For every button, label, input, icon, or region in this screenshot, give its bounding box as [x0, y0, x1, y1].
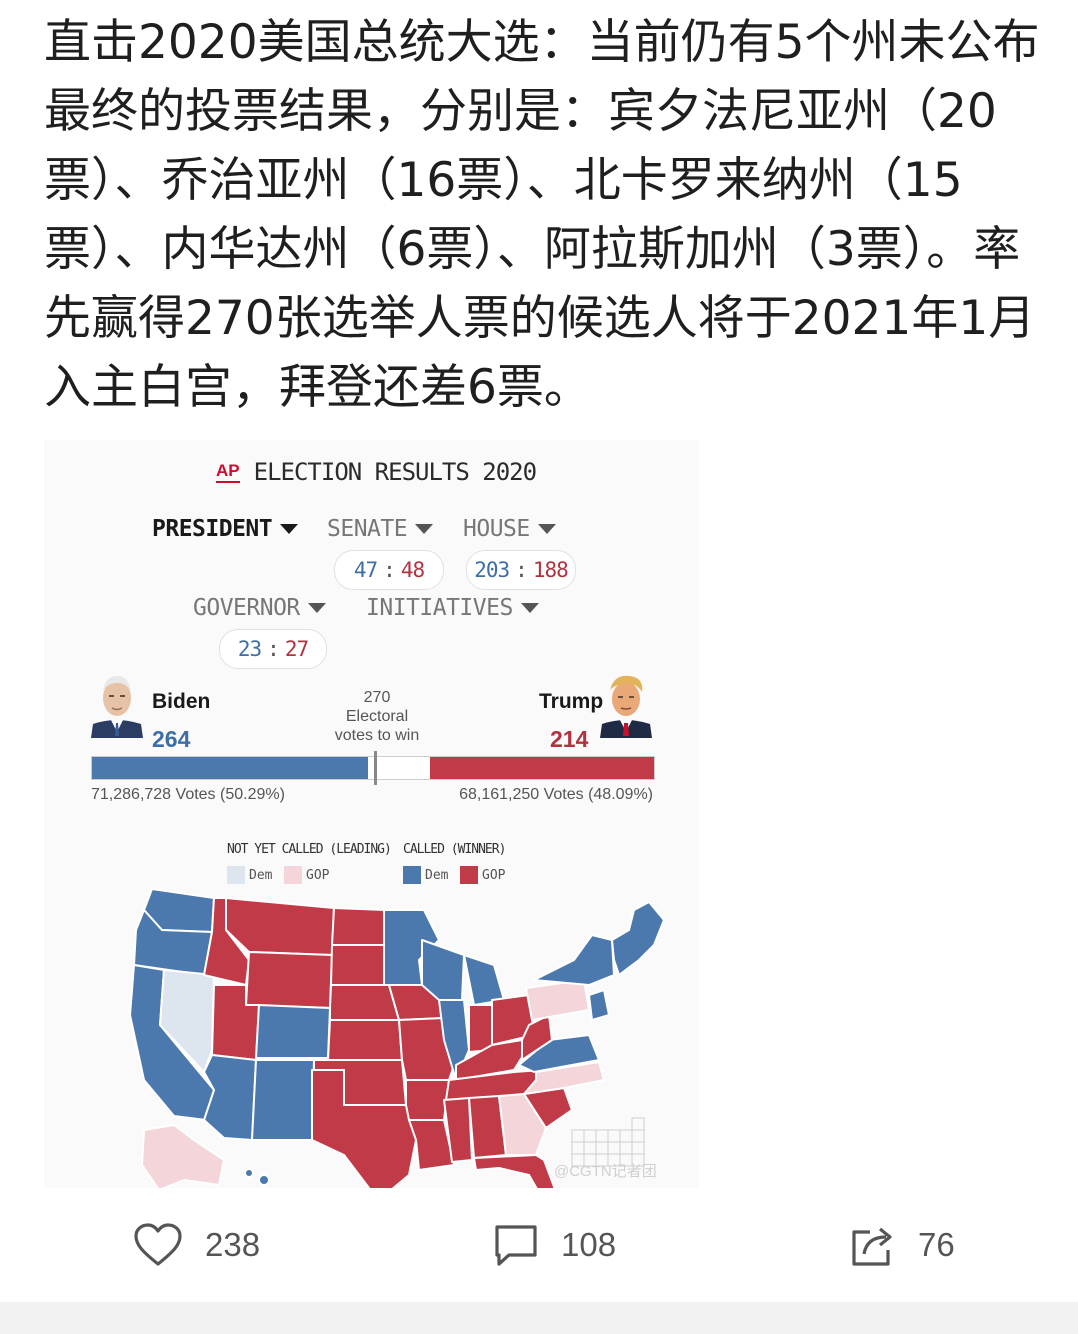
- threshold-line2: votes to win: [334, 727, 420, 744]
- senate-count: 47:48: [334, 550, 444, 590]
- threshold-marker: [374, 751, 377, 785]
- tab-governor[interactable]: GOVERNOR: [193, 595, 326, 621]
- bar-gop-fill: [430, 757, 654, 779]
- senate-dem: 47: [353, 558, 378, 582]
- house-count: 203:188: [466, 550, 576, 590]
- trump-popular-vote: 68,161,250 Votes (48.09%): [459, 786, 653, 803]
- card-title: ELECTION RESULTS 2020: [253, 458, 537, 486]
- chevron-down-icon: [537, 524, 556, 534]
- post-actions: 238 108 76: [0, 1210, 1078, 1280]
- ap-logo: AP: [216, 462, 240, 483]
- share-button[interactable]: 76: [850, 1222, 955, 1268]
- comment-icon: [495, 1225, 537, 1266]
- tab-initiatives-label: INITIATIVES: [366, 595, 513, 621]
- tab-governor-label: GOVERNOR: [193, 595, 300, 621]
- tab-president-label: PRESIDENT: [152, 516, 273, 542]
- like-count: 238: [205, 1226, 261, 1263]
- house-dem: 203: [474, 558, 510, 582]
- trump-name: Trump: [539, 690, 604, 713]
- share-count: 76: [918, 1226, 955, 1263]
- chevron-down-icon: [520, 603, 539, 613]
- house-gop: 188: [532, 558, 569, 582]
- like-button[interactable]: 238: [133, 1222, 260, 1268]
- threshold-line1: Electoral: [345, 708, 409, 725]
- tab-house[interactable]: HOUSE: [463, 516, 556, 542]
- biden-electoral-votes: 264: [152, 726, 191, 752]
- threshold-number: 270: [363, 689, 391, 706]
- governor-separator: :: [267, 637, 280, 661]
- chevron-down-icon: [415, 524, 434, 534]
- post-text: 直击2020美国总统大选：当前仍有5个州未公布最终的投票结果，分别是：宾夕法尼亚…: [44, 15, 1040, 415]
- tab-president[interactable]: PRESIDENT: [152, 516, 299, 542]
- governor-gop: 27: [284, 637, 309, 661]
- card-header: AP ELECTION RESULTS 2020: [216, 458, 537, 486]
- legend-called-title: CALLED (WINNER): [403, 842, 506, 857]
- biden-popular-vote: 71,286,728 Votes (50.29%): [91, 786, 285, 803]
- bar-dem-fill: [92, 757, 368, 779]
- election-results-image[interactable]: AP ELECTION RESULTS 2020 PRESIDENT SENAT…: [44, 440, 699, 1188]
- footer-divider: [0, 1302, 1078, 1334]
- share-icon: [852, 1227, 892, 1266]
- chevron-down-icon: [280, 524, 299, 534]
- tab-house-label: HOUSE: [463, 516, 530, 542]
- heart-icon: [134, 1223, 182, 1266]
- legend-not-called-title: NOT YET CALLED (LEADING): [227, 842, 392, 857]
- biden-photo: [91, 668, 143, 738]
- governor-dem: 23: [237, 637, 262, 661]
- tab-senate-label: SENATE: [327, 516, 408, 542]
- tab-senate[interactable]: SENATE: [327, 516, 434, 542]
- threshold-label: 270 Electoral votes to win: [327, 688, 427, 745]
- trump-photo: [600, 668, 652, 738]
- house-separator: :: [515, 558, 528, 582]
- governor-count: 23:27: [219, 629, 327, 669]
- comment-button[interactable]: 108: [493, 1222, 616, 1268]
- us-map: [129, 888, 665, 1188]
- comment-count: 108: [561, 1226, 617, 1263]
- chevron-down-icon: [307, 603, 326, 613]
- senate-separator: :: [383, 558, 396, 582]
- electoral-bar: [91, 751, 655, 785]
- watermark: @CGTN记者团: [554, 1163, 657, 1180]
- biden-name: Biden: [152, 690, 211, 713]
- senate-gop: 48: [400, 558, 425, 582]
- trump-electoral-votes: 214: [550, 726, 589, 752]
- tab-initiatives[interactable]: INITIATIVES: [366, 595, 539, 621]
